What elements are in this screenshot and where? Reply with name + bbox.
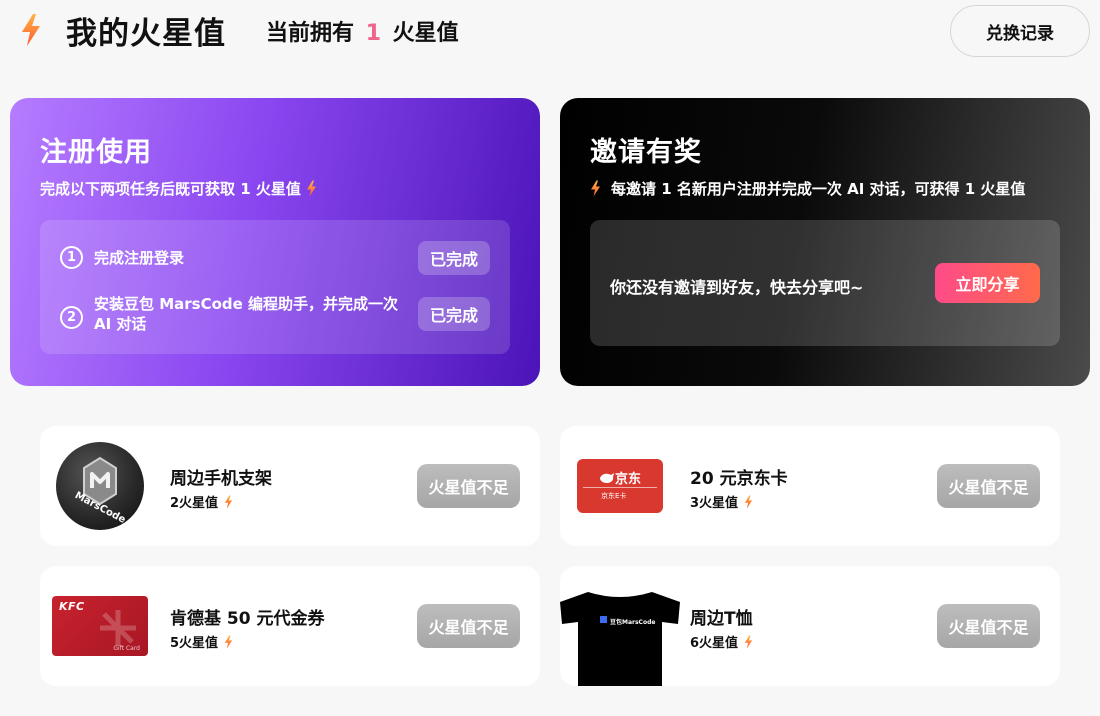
- jd-logo-text: 京东: [615, 472, 642, 487]
- jd-logo: 京东: [599, 468, 641, 487]
- task-completed-button[interactable]: 已完成: [418, 297, 490, 331]
- register-title: 注册使用: [40, 137, 152, 168]
- task-number-badge: 1: [60, 246, 83, 269]
- product-name: 周边手机支架: [170, 469, 272, 489]
- task-item: 1 完成注册登录 已完成: [60, 240, 490, 276]
- lightning-bolt-icon: [744, 495, 753, 509]
- product-price-text: 2火星值: [170, 496, 219, 511]
- invite-empty-text: 你还没有邀请到好友，快去分享吧~: [610, 278, 864, 297]
- task-list: 1 完成注册登录 已完成 2 安装豆包 MarsCode 编程助手，并完成一次 …: [40, 220, 510, 354]
- task-number-badge: 2: [60, 306, 83, 329]
- balance-suffix: 火星值: [392, 21, 459, 46]
- page-title: 我的火星值: [66, 16, 226, 52]
- divider: [583, 487, 657, 488]
- tshirt-image: 豆包MarsCode: [560, 590, 680, 686]
- product-price: 2火星值: [170, 492, 233, 511]
- product-name: 周边T恤: [690, 609, 753, 629]
- task-item: 2 安装豆包 MarsCode 编程助手，并完成一次 AI 对话 已完成: [60, 295, 490, 333]
- balance-summary: 当前拥有 1 火星值: [266, 15, 459, 47]
- lightning-bolt-icon: [306, 180, 317, 197]
- exchange-history-button[interactable]: 兑换记录: [950, 5, 1090, 57]
- kfc-watermark-icon: [100, 610, 136, 646]
- product-price-text: 6火星值: [690, 636, 739, 651]
- balance-prefix: 当前拥有: [266, 21, 355, 46]
- register-subtitle-text: 完成以下两项任务后既可获取 1 火星值: [40, 180, 301, 198]
- gift-card-label: Gift Card: [113, 645, 140, 652]
- product-price: 6火星值: [690, 632, 753, 651]
- insufficient-points-button[interactable]: 火星值不足: [417, 604, 520, 648]
- share-now-button[interactable]: 立即分享: [935, 263, 1040, 303]
- lightning-bolt-icon: [224, 495, 233, 509]
- invite-status-box: 你还没有邀请到好友，快去分享吧~ 立即分享: [590, 220, 1060, 346]
- product-name: 肯德基 50 元代金券: [170, 609, 325, 629]
- register-subtitle: 完成以下两项任务后既可获取 1 火星值: [40, 178, 317, 199]
- register-card: 注册使用 完成以下两项任务后既可获取 1 火星值 1 完成注册登录 已完成 2 …: [10, 98, 540, 386]
- product-price: 3火星值: [690, 492, 753, 511]
- product-card-phone-stand: MarsCode 周边手机支架 2火星值 火星值不足: [40, 426, 540, 546]
- product-card-jd-card: 京东 京东E卡 20 元京东卡 3火星值 火星值不足: [560, 426, 1060, 546]
- jd-dog-icon: [600, 472, 614, 483]
- lightning-bolt-icon: [20, 14, 42, 46]
- invite-subtitle: 每邀请 1 名新用户注册并完成一次 AI 对话，可获得 1 火星值: [590, 178, 1025, 199]
- product-name: 20 元京东卡: [690, 469, 788, 489]
- insufficient-points-button[interactable]: 火星值不足: [417, 464, 520, 508]
- tshirt-icon: [560, 592, 680, 686]
- kfc-gift-card-image: KFC Gift Card: [52, 596, 148, 656]
- phone-stand-image: MarsCode: [56, 442, 144, 530]
- task-text: 完成注册登录: [94, 249, 185, 267]
- balance-value: 1: [365, 21, 381, 46]
- product-card-kfc-voucher: KFC Gift Card 肯德基 50 元代金券 5火星值 火星值不足: [40, 566, 540, 686]
- task-completed-button[interactable]: 已完成: [418, 241, 490, 275]
- product-price-text: 3火星值: [690, 496, 739, 511]
- lightning-bolt-icon: [224, 635, 233, 649]
- lightning-bolt-icon: [590, 180, 601, 197]
- jd-card-image: 京东 京东E卡: [577, 459, 663, 513]
- product-card-tshirt: 豆包MarsCode 周边T恤 6火星值 火星值不足: [560, 566, 1060, 686]
- lightning-bolt-icon: [744, 635, 753, 649]
- insufficient-points-button[interactable]: 火星值不足: [937, 604, 1040, 648]
- insufficient-points-button[interactable]: 火星值不足: [937, 464, 1040, 508]
- invite-card: 邀请有奖 每邀请 1 名新用户注册并完成一次 AI 对话，可获得 1 火星值 你…: [560, 98, 1090, 386]
- jd-ecard-text: 京东E卡: [601, 492, 627, 500]
- product-price: 5火星值: [170, 632, 233, 651]
- invite-title: 邀请有奖: [590, 137, 702, 168]
- task-text: 安装豆包 MarsCode 编程助手，并完成一次 AI 对话: [94, 295, 399, 333]
- product-price-text: 5火星值: [170, 636, 219, 651]
- tshirt-print-text: 豆包MarsCode: [610, 619, 656, 626]
- invite-subtitle-text: 每邀请 1 名新用户注册并完成一次 AI 对话，可获得 1 火星值: [611, 180, 1026, 198]
- kfc-logo: KFC: [59, 600, 85, 613]
- page-header: 我的火星值 当前拥有 1 火星值 兑换记录: [0, 0, 1100, 62]
